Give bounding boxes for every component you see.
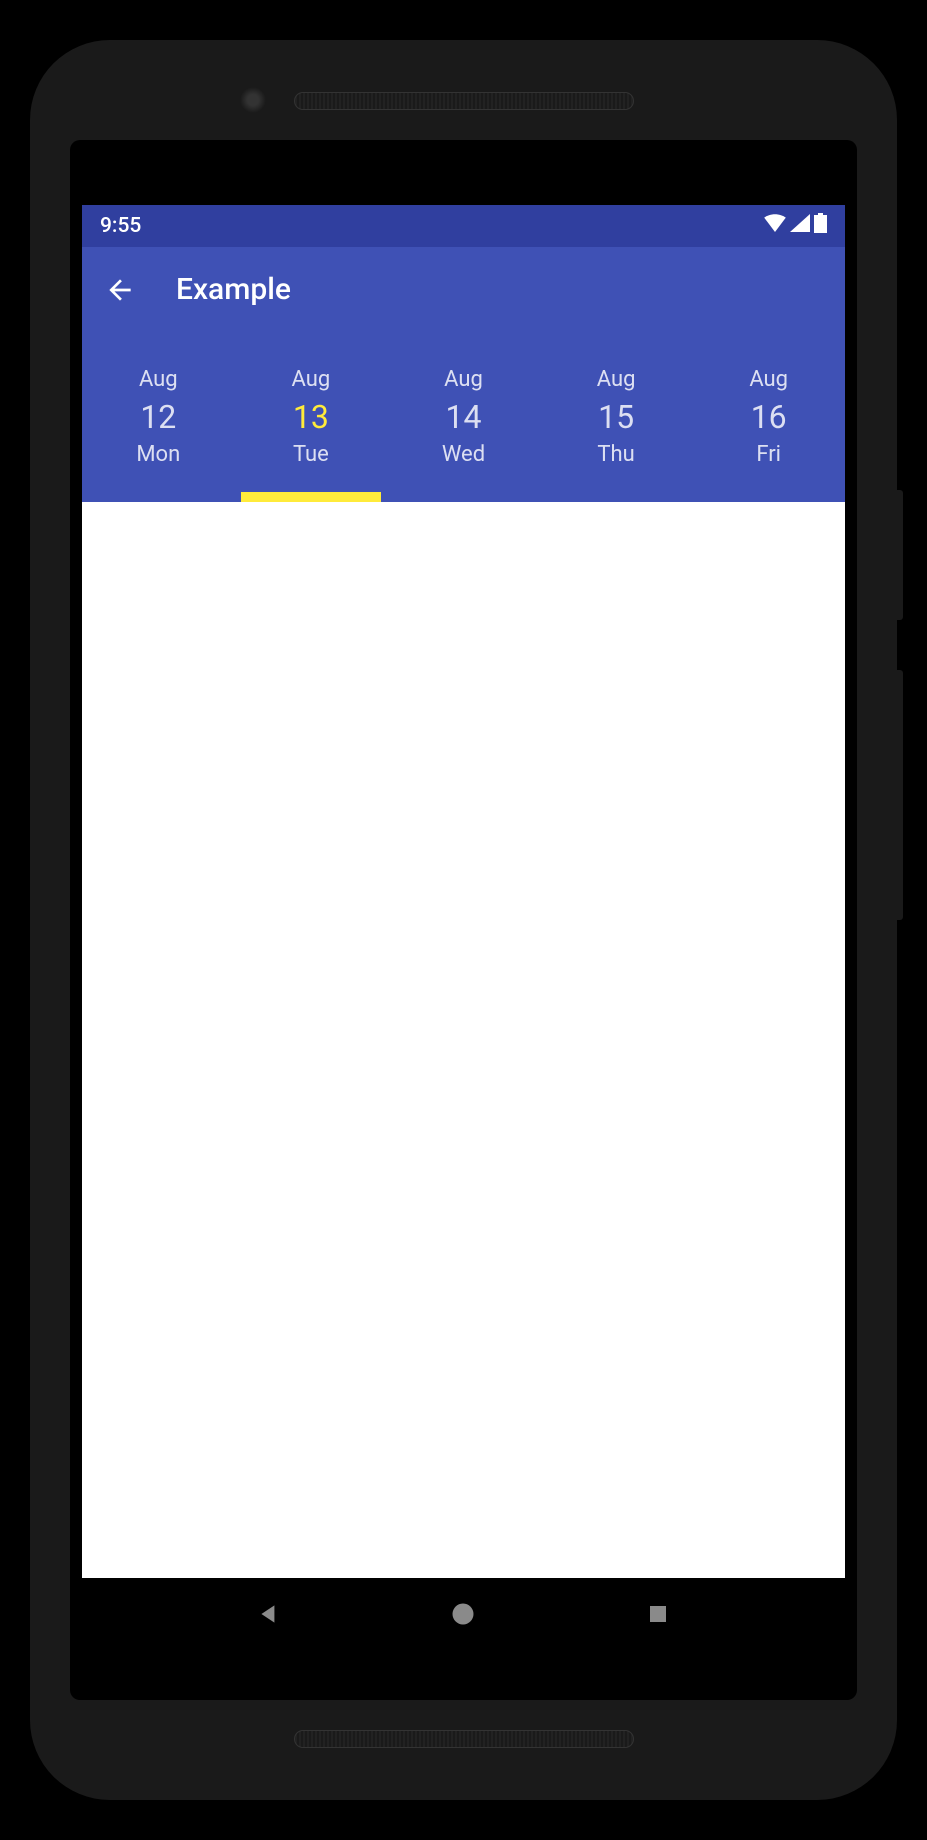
date-tab-day: 12 [140, 398, 176, 436]
date-tab-month: Aug [139, 367, 178, 392]
phone-side-button [897, 490, 903, 620]
date-tab[interactable]: Aug 14 Wed [387, 332, 540, 502]
app-bar: Example [82, 247, 845, 332]
android-nav-bar [82, 1578, 845, 1650]
date-tabs: Aug 12 Mon Aug 13 Tue Aug 14 Wed Aug 15 Thu Aug 16 Fri [82, 332, 845, 502]
wifi-icon [764, 214, 786, 238]
date-tab[interactable]: Aug 12 Mon [82, 332, 235, 502]
date-tab-day: 15 [598, 398, 634, 436]
back-button[interactable] [104, 274, 136, 306]
nav-recent-button[interactable] [628, 1584, 688, 1644]
date-tab-day: 14 [446, 398, 482, 436]
date-tab-day: 16 [751, 398, 787, 436]
date-tab-weekday: Wed [442, 442, 485, 467]
date-tab-weekday: Thu [597, 442, 634, 467]
cell-signal-icon [790, 214, 810, 238]
phone-inner: 9:55 Example [70, 140, 857, 1700]
front-camera [240, 87, 266, 113]
date-tab[interactable]: Aug 13 Tue [235, 332, 388, 502]
phone-speaker-top [294, 92, 634, 110]
date-tab-weekday: Mon [136, 442, 180, 467]
date-tab-month: Aug [749, 367, 788, 392]
date-tab-month: Aug [444, 367, 483, 392]
date-tab[interactable]: Aug 16 Fri [692, 332, 845, 502]
status-icons [764, 213, 827, 239]
battery-icon [814, 213, 827, 239]
date-tab-weekday: Fri [756, 442, 781, 467]
nav-back-button[interactable] [239, 1584, 299, 1644]
app-title: Example [176, 272, 291, 307]
status-time: 9:55 [100, 214, 141, 238]
date-tab-month: Aug [597, 367, 636, 392]
date-tab-day: 13 [293, 398, 329, 436]
phone-frame: 9:55 Example [30, 40, 897, 1800]
date-tab[interactable]: Aug 15 Thu [540, 332, 693, 502]
phone-side-button [897, 670, 903, 920]
nav-home-button[interactable] [433, 1584, 493, 1644]
date-tab-month: Aug [292, 367, 331, 392]
screen: 9:55 Example [82, 205, 845, 1650]
date-tab-weekday: Tue [293, 442, 329, 467]
content-area[interactable] [82, 502, 845, 1578]
status-bar: 9:55 [82, 205, 845, 247]
phone-speaker-bottom [294, 1730, 634, 1748]
